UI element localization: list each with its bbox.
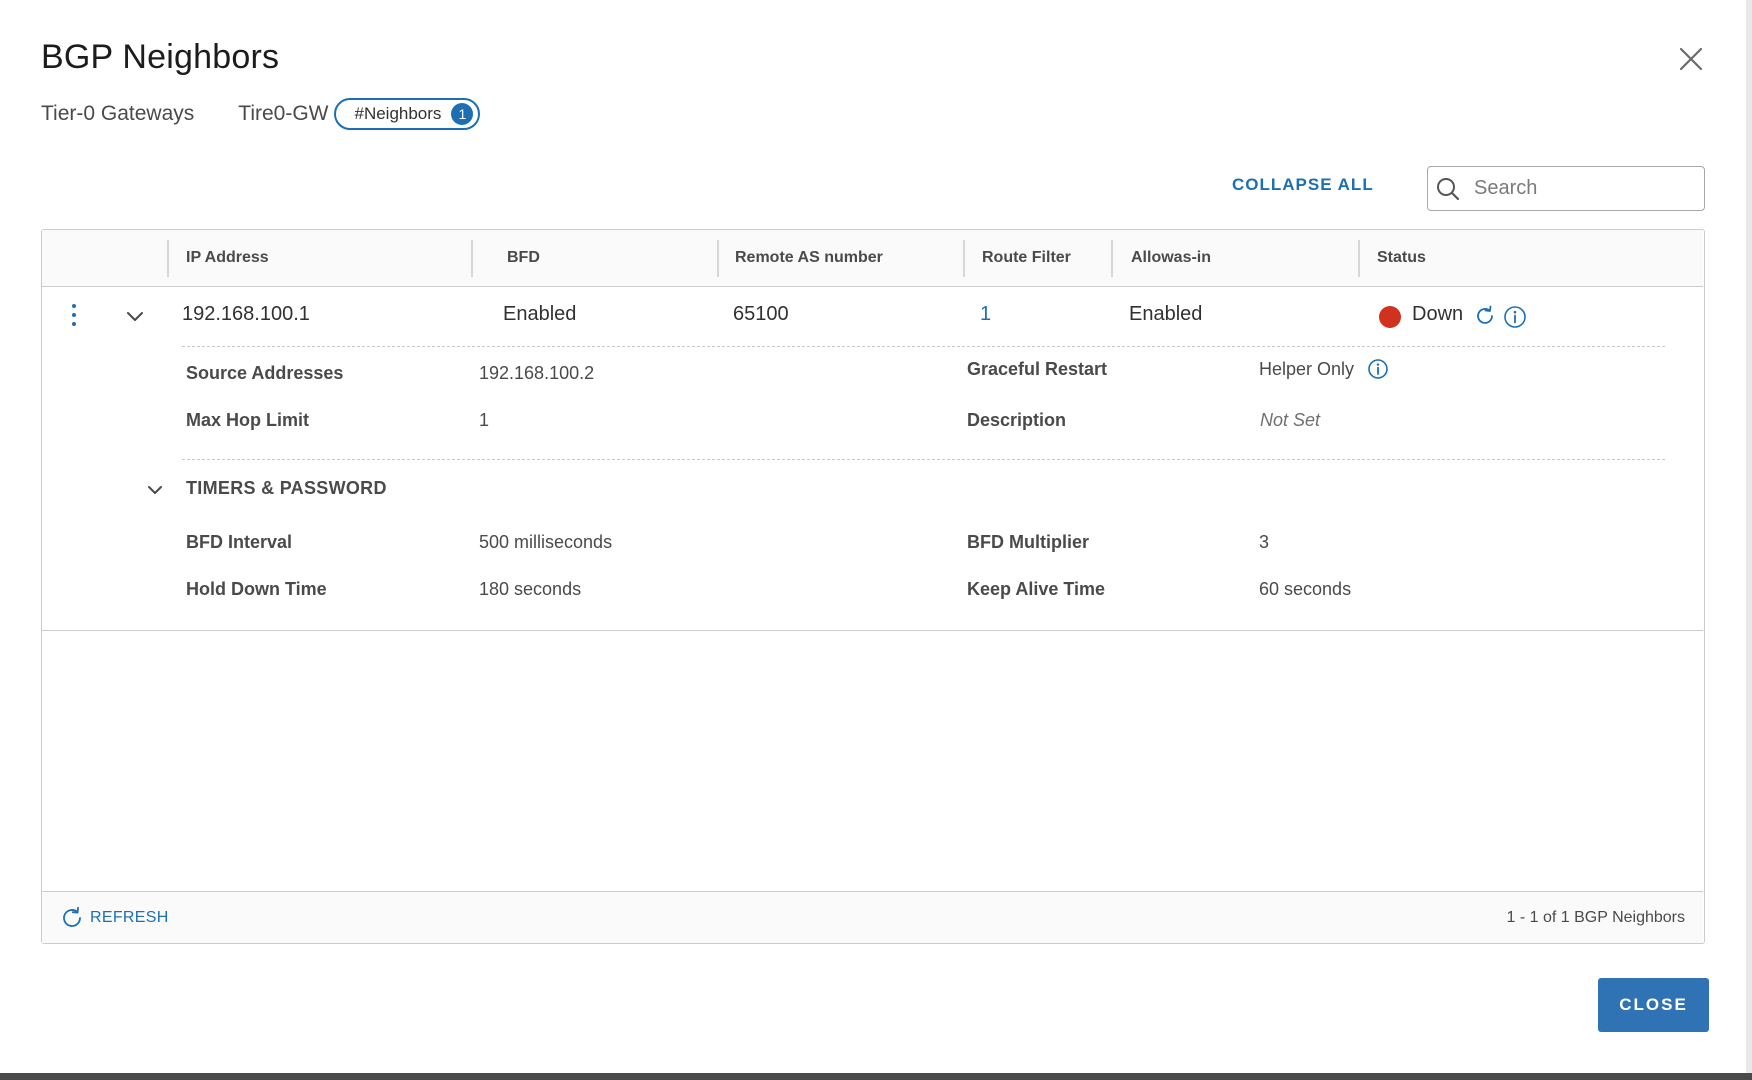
column-separator[interactable] (717, 240, 719, 277)
bfd-interval-label: BFD Interval (186, 532, 293, 552)
status-refresh-icon[interactable] (1474, 305, 1496, 327)
breadcrumb: Tier-0 Gateways Tire0-GW #Neighbors 1 (41, 98, 481, 130)
column-separator[interactable] (471, 240, 473, 277)
route-filter-link[interactable]: 1 (980, 303, 991, 326)
neighbors-pill-label: #Neighbors (354, 104, 442, 123)
refresh-label: REFRESH (90, 909, 169, 926)
column-header-status[interactable]: Status (1377, 249, 1426, 267)
column-separator[interactable] (963, 240, 965, 277)
keep-alive-time-value: 60 seconds (1259, 579, 1352, 599)
row-expand-chevron-icon[interactable] (124, 306, 146, 328)
bfd-multiplier-label: BFD Multiplier (967, 532, 1089, 552)
breadcrumb-gateway-type: Tier-0 Gateways (41, 102, 195, 125)
max-hop-limit-label: Max Hop Limit (186, 410, 310, 430)
pagination-count: 1 - 1 of 1 BGP Neighbors (1506, 909, 1685, 926)
column-separator[interactable] (1111, 240, 1113, 277)
search-input[interactable] (1474, 177, 1694, 200)
cell-allowas-in: Enabled (1129, 303, 1203, 325)
column-header-ip-address[interactable]: IP Address (186, 249, 269, 267)
column-header-bfd[interactable]: BFD (507, 249, 540, 267)
status-info-icon[interactable] (1503, 305, 1527, 329)
grid-footer: REFRESH 1 - 1 of 1 BGP Neighbors (42, 891, 1703, 943)
refresh-button[interactable]: REFRESH (60, 906, 169, 930)
status-down-indicator (1379, 306, 1401, 328)
hold-down-time-value: 180 seconds (479, 579, 582, 599)
bgp-neighbors-dialog: BGP Neighbors Tier-0 Gateways Tire0-GW #… (0, 0, 1752, 1080)
cell-status: Down (1412, 303, 1464, 325)
grid-header: IP Address BFD Remote AS number Route Fi… (42, 230, 1703, 287)
close-icon[interactable] (1676, 44, 1706, 74)
bgp-neighbors-grid: IP Address BFD Remote AS number Route Fi… (41, 229, 1705, 944)
neighbors-count-pill: #Neighbors 1 (334, 98, 481, 130)
detail-divider (182, 346, 1665, 347)
description-label: Description (967, 410, 1067, 430)
dialog-title: BGP Neighbors (41, 38, 280, 76)
description-value: Not Set (1260, 410, 1321, 430)
background-page-edge (1746, 0, 1752, 1080)
search-icon (1437, 177, 1460, 200)
detail-divider (182, 459, 1665, 460)
column-header-remote-as[interactable]: Remote AS number (735, 249, 883, 267)
hold-down-time-label: Hold Down Time (186, 579, 327, 599)
column-separator[interactable] (1358, 240, 1360, 277)
timers-collapse-chevron-icon[interactable] (145, 480, 165, 500)
keep-alive-time-label: Keep Alive Time (967, 579, 1106, 599)
column-separator[interactable] (167, 240, 169, 277)
graceful-restart-value: Helper Only (1259, 359, 1355, 379)
background-page-edge (0, 1073, 1752, 1080)
bfd-multiplier-value: 3 (1259, 532, 1270, 552)
breadcrumb-gateway-name: Tire0-GW (238, 102, 329, 125)
timers-password-section-title[interactable]: TIMERS & PASSWORD (186, 478, 387, 499)
collapse-all-button[interactable]: COLLAPSE ALL (1232, 175, 1374, 195)
cell-bfd: Enabled (503, 303, 577, 325)
cell-ip-address: 192.168.100.1 (182, 303, 310, 325)
column-header-allowas-in[interactable]: Allowas-in (1131, 249, 1211, 267)
cell-remote-as: 65100 (733, 303, 789, 325)
graceful-restart-label: Graceful Restart (967, 359, 1108, 379)
row-bottom-border (42, 630, 1703, 631)
neighbors-count-badge: 1 (451, 103, 474, 125)
column-header-route-filter[interactable]: Route Filter (982, 249, 1071, 267)
row-actions-kebab-icon[interactable] (70, 304, 78, 330)
graceful-restart-info-icon[interactable] (1367, 358, 1389, 380)
source-addresses-label: Source Addresses (186, 363, 344, 383)
refresh-icon (63, 906, 81, 927)
close-button[interactable]: CLOSE (1598, 978, 1709, 1032)
max-hop-limit-value: 1 (479, 410, 490, 430)
source-addresses-value: 192.168.100.2 (479, 363, 595, 383)
bfd-interval-value: 500 milliseconds (479, 532, 613, 552)
search-box[interactable] (1427, 166, 1705, 211)
